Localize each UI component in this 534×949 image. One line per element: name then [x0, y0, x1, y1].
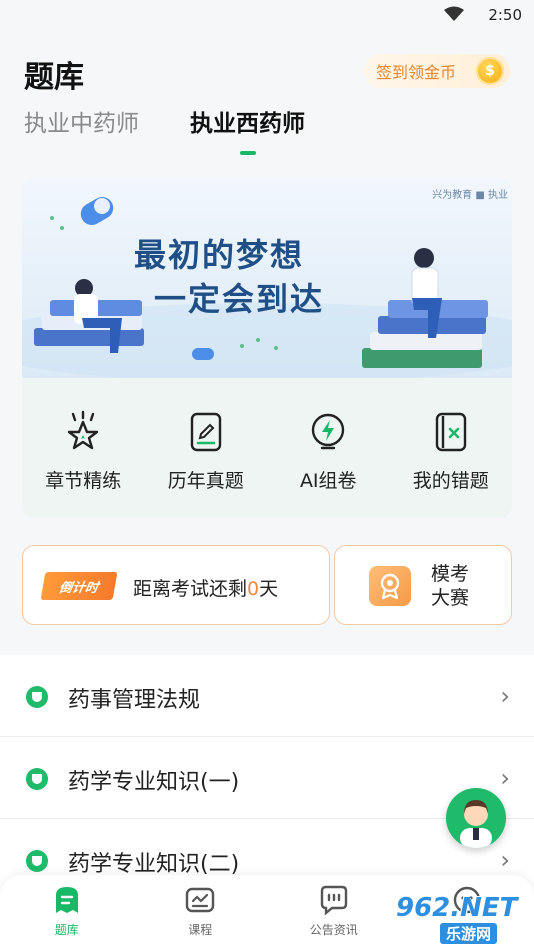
tab-indicator: [240, 151, 256, 155]
chevron-right-icon: ›: [500, 682, 510, 710]
nav-announcements[interactable]: 公告资讯: [267, 875, 401, 949]
feature-label: 章节精练: [45, 470, 122, 492]
mock-exam-line2: 大赛: [431, 587, 470, 609]
past-papers-icon: [190, 412, 221, 452]
chat-bubble-icon: [320, 885, 347, 916]
customer-service-button[interactable]: [446, 788, 506, 848]
shield-icon: [26, 686, 48, 708]
chevron-right-icon: ›: [500, 846, 510, 874]
tab-western-pharmacist[interactable]: 执业西药师: [190, 104, 305, 138]
banner-headline-2: 一定会到达: [154, 280, 325, 318]
feature-wrong-questions[interactable]: 我的错题: [390, 378, 513, 518]
chevron-right-icon: ›: [500, 764, 510, 792]
countdown-badge: 倒计时: [40, 572, 118, 600]
header: 题库 签到领金币 $ 执业中药师 执业西药师: [0, 30, 534, 178]
feature-label: 我的错题: [412, 470, 489, 492]
banner-brand: 兴为教育 ■ 执业: [432, 190, 508, 201]
shield-icon: [26, 768, 48, 790]
site-watermark: 962.NET 乐游网: [396, 893, 532, 945]
feature-label: AI组卷: [299, 470, 357, 492]
mock-exam-label: 模考 大赛: [431, 562, 475, 610]
wifi-icon: [444, 6, 464, 21]
status-bar: 2:50: [0, 0, 534, 30]
service-avatar-icon: [460, 800, 492, 848]
nav-question-bank[interactable]: 题库: [0, 875, 134, 949]
countdown-suffix: 天: [259, 578, 279, 600]
medal-icon: [369, 566, 411, 606]
feature-ai-paper[interactable]: AI组卷: [267, 378, 390, 518]
feature-grid: 章节精练 历年真题 AI组卷 我的错题: [22, 378, 512, 518]
countdown-days: 0: [247, 578, 260, 600]
banner[interactable]: 兴为教育 ■ 执业 最初的梦想 一定会到达: [22, 178, 512, 378]
feature-past-papers[interactable]: 历年真题: [145, 378, 268, 518]
feature-label: 历年真题: [167, 470, 244, 492]
course-icon: [186, 887, 215, 913]
status-time: 2:50: [488, 6, 522, 24]
mock-exam-button[interactable]: 模考 大赛: [334, 545, 512, 625]
coin-icon: $: [476, 57, 504, 85]
subject-label: 药学专业知识(二): [68, 852, 240, 877]
subject-label: 药事管理法规: [68, 688, 201, 713]
nav-courses[interactable]: 课程: [134, 875, 268, 949]
wrong-questions-icon: [435, 412, 466, 452]
exam-countdown[interactable]: 倒计时 距离考试还剩0天: [22, 545, 330, 625]
home-card: 兴为教育 ■ 执业 最初的梦想 一定会到达 章节精练 历年真题 AI组卷 我的错…: [22, 178, 512, 518]
feature-chapter-practice[interactable]: 章节精练: [22, 378, 145, 518]
banner-headline-1: 最初的梦想: [134, 236, 305, 274]
ai-lightning-icon: [312, 413, 345, 450]
countdown-text: 距离考试还剩0天: [133, 574, 278, 601]
mock-exam-line1: 模考: [431, 563, 470, 585]
nav-label: 公告资讯: [309, 923, 358, 937]
nav-label: 题库: [54, 923, 79, 937]
tab-tcm-pharmacist[interactable]: 执业中药师: [24, 104, 139, 138]
shield-icon: [26, 850, 48, 872]
watermark-top: 962.NET: [396, 893, 518, 923]
signin-coin-button[interactable]: 签到领金币 $: [364, 54, 510, 88]
signin-label: 签到领金币: [376, 63, 457, 82]
countdown-prefix: 距离考试还剩: [133, 578, 248, 600]
subject-label: 药学专业知识(一): [68, 770, 240, 795]
watermark-bottom: 乐游网: [440, 923, 498, 944]
list-item[interactable]: 药事管理法规 ›: [0, 655, 534, 737]
page-title: 题库: [24, 60, 84, 95]
question-bank-icon: [55, 887, 78, 913]
nav-label: 课程: [188, 923, 213, 937]
chapter-star-icon: [68, 410, 99, 450]
